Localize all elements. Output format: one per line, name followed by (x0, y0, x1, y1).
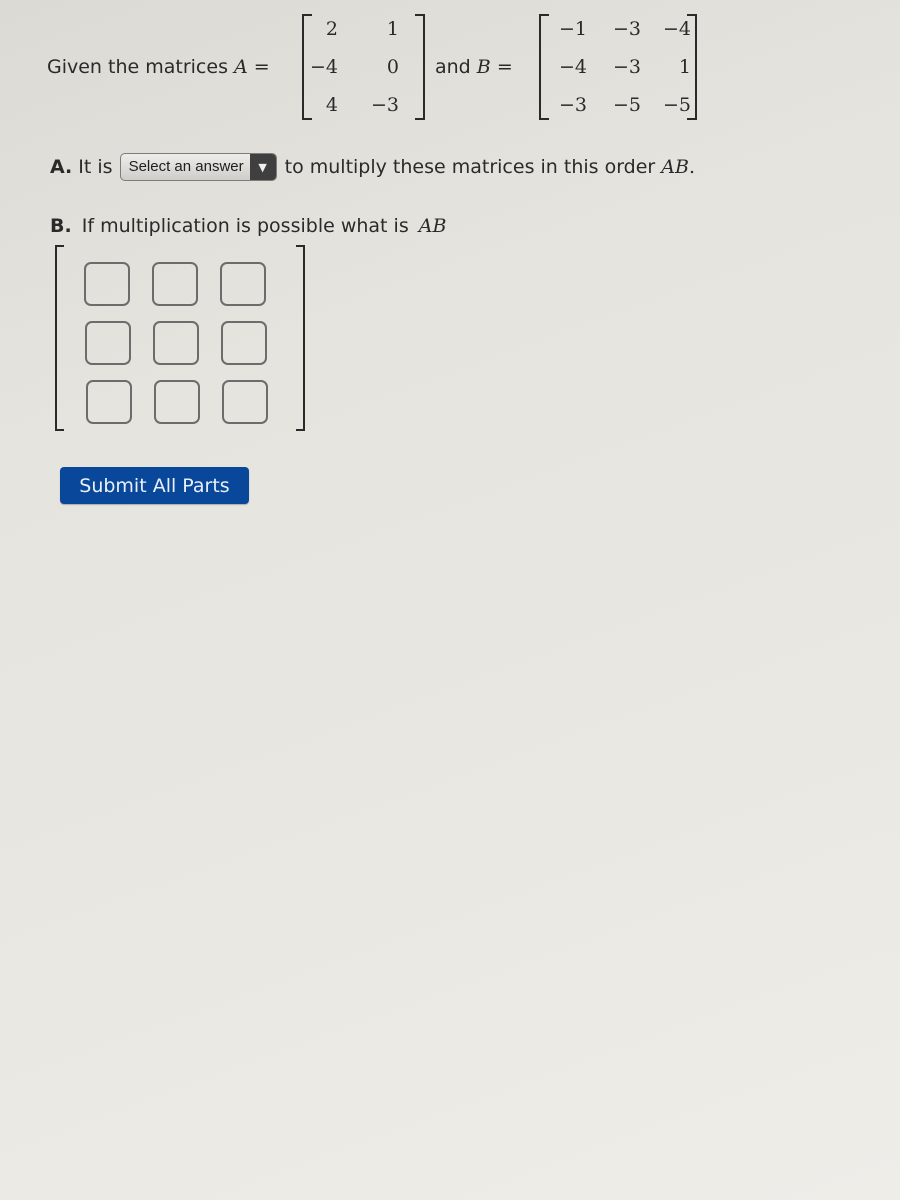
part-b-product: AB (418, 215, 447, 237)
part-a-label: A. (50, 156, 73, 178)
given-matrices-intro: Given the matrices A = (47, 56, 270, 78)
matrix-b-cell: −1 (558, 18, 587, 40)
dropdown-arrow-icon[interactable]: ▼ (249, 154, 276, 180)
matrix-b: −1 −3 −4 −4 −3 1 −3 −5 −5 (539, 14, 697, 120)
left-bracket (55, 245, 64, 431)
part-b-text: If multiplication is possible what is (81, 215, 409, 237)
answer-cell-r2c1[interactable] (85, 321, 131, 365)
matrix-b-cell: −3 (558, 94, 587, 116)
answer-cell-r2c2[interactable] (153, 321, 199, 365)
part-a-prefix: It is (78, 156, 113, 178)
part-b-label: B. (50, 215, 72, 237)
answer-cell-r3c1[interactable] (86, 380, 132, 424)
answer-cell-r2c3[interactable] (221, 321, 267, 365)
part-a: A. It is Select an answer ▼ to multiply … (50, 153, 695, 181)
matrix-b-cell: 1 (678, 56, 691, 78)
answer-cell-r3c2[interactable] (154, 380, 200, 424)
answer-cell-r3c3[interactable] (222, 380, 268, 424)
part-a-order: AB (661, 156, 689, 178)
part-a-suffix: to multiply these matrices in this order (284, 156, 656, 178)
and-matrix-b-label: and B = (435, 56, 513, 78)
matrix-a-cell: 4 (325, 94, 338, 116)
matrix-a-cell: −4 (309, 56, 338, 78)
matrix-a-cell: −3 (370, 94, 399, 116)
answer-select-dropdown[interactable]: Select an answer ▼ (119, 153, 277, 181)
matrix-a-cell: 0 (386, 56, 399, 78)
intro-text: Given the matrices (47, 56, 228, 78)
matrix-b-cell: −4 (558, 56, 587, 78)
matrix-b-cell: −5 (612, 94, 641, 116)
equals-sign: = (253, 56, 270, 78)
right-bracket (415, 14, 425, 120)
answer-cell-r1c2[interactable] (152, 262, 198, 306)
matrix-a: 2 1 −4 0 4 −3 (302, 14, 425, 120)
matrix-a-cell: 1 (386, 18, 399, 40)
part-b: B. If multiplication is possible what is… (50, 215, 446, 237)
answer-cell-r1c3[interactable] (220, 262, 266, 306)
right-bracket (296, 245, 305, 431)
matrix-b-cell: −3 (612, 56, 641, 78)
answer-cell-r1c1[interactable] (84, 262, 130, 306)
matrix-b-cell: −4 (662, 18, 691, 40)
matrix-a-name: A (234, 56, 248, 78)
equals-sign: = (496, 56, 513, 78)
answer-matrix (55, 245, 305, 431)
submit-all-parts-button[interactable]: Submit All Parts (60, 467, 249, 504)
and-text: and (435, 56, 471, 78)
matrix-b-name: B (476, 56, 491, 78)
matrix-b-cell: −5 (662, 94, 691, 116)
part-a-period: . (688, 156, 695, 178)
matrix-b-cell: −3 (612, 18, 641, 40)
select-value: Select an answer (128, 158, 244, 175)
matrix-a-cell: 2 (325, 18, 338, 40)
